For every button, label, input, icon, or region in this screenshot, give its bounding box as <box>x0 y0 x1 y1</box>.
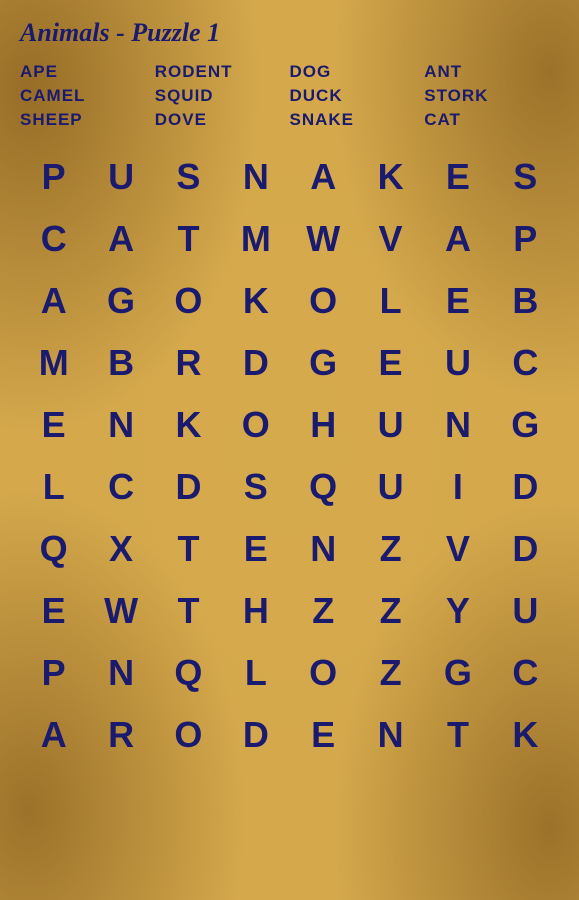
grid-cell[interactable]: T <box>155 580 222 642</box>
word-item: RODENT <box>155 62 290 82</box>
grid-cell[interactable]: L <box>20 456 87 518</box>
grid-cell[interactable]: U <box>357 456 424 518</box>
word-item: DOG <box>290 62 425 82</box>
grid-cell[interactable]: E <box>290 704 357 766</box>
word-item: SNAKE <box>290 110 425 130</box>
grid-cell[interactable]: V <box>424 518 491 580</box>
content-area: Animals - Puzzle 1 APERODENTDOGANTCAMELS… <box>0 0 579 776</box>
grid-cell[interactable]: Z <box>290 580 357 642</box>
grid-cell[interactable]: I <box>424 456 491 518</box>
grid-cell[interactable]: K <box>222 270 289 332</box>
grid-cell[interactable]: E <box>424 270 491 332</box>
grid-cell[interactable]: D <box>155 456 222 518</box>
grid-cell[interactable]: S <box>222 456 289 518</box>
word-item: CAMEL <box>20 86 155 106</box>
grid-cell[interactable]: U <box>492 580 559 642</box>
grid-cell[interactable]: T <box>155 208 222 270</box>
grid-cell[interactable]: E <box>20 580 87 642</box>
grid-cell[interactable]: P <box>20 146 87 208</box>
grid-cell[interactable]: O <box>155 270 222 332</box>
grid-cell[interactable]: R <box>87 704 154 766</box>
grid-cell[interactable]: A <box>20 704 87 766</box>
grid-cell[interactable]: S <box>155 146 222 208</box>
grid-cell[interactable]: R <box>155 332 222 394</box>
grid-cell[interactable]: L <box>357 270 424 332</box>
grid-cell[interactable]: X <box>87 518 154 580</box>
grid-cell[interactable]: T <box>424 704 491 766</box>
grid-cell[interactable]: U <box>87 146 154 208</box>
grid-cell[interactable]: W <box>87 580 154 642</box>
grid-cell[interactable]: Z <box>357 518 424 580</box>
grid-cell[interactable]: G <box>290 332 357 394</box>
word-item: STORK <box>424 86 559 106</box>
word-list: APERODENTDOGANT CAMELSQUIDDUCKSTORK SHEEPD… <box>20 62 559 130</box>
word-item: APE <box>20 62 155 82</box>
grid-cell[interactable]: K <box>357 146 424 208</box>
grid-cell[interactable]: N <box>222 146 289 208</box>
grid-cell[interactable]: N <box>424 394 491 456</box>
grid-cell[interactable]: O <box>290 270 357 332</box>
grid-cell[interactable]: C <box>492 642 559 704</box>
grid-cell[interactable]: Q <box>290 456 357 518</box>
grid-cell[interactable]: Q <box>155 642 222 704</box>
word-item: SHEEP <box>20 110 155 130</box>
grid-cell[interactable]: E <box>222 518 289 580</box>
grid-cell[interactable]: B <box>492 270 559 332</box>
grid-cell[interactable]: P <box>20 642 87 704</box>
grid-cell[interactable]: O <box>155 704 222 766</box>
grid-cell[interactable]: A <box>290 146 357 208</box>
word-item: DOVE <box>155 110 290 130</box>
grid-cell[interactable]: B <box>87 332 154 394</box>
grid-cell[interactable]: N <box>87 642 154 704</box>
grid-cell[interactable]: A <box>424 208 491 270</box>
grid-cell[interactable]: N <box>290 518 357 580</box>
grid-cell[interactable]: V <box>357 208 424 270</box>
grid-cell[interactable]: W <box>290 208 357 270</box>
grid-cell[interactable]: Q <box>20 518 87 580</box>
grid-cell[interactable]: Z <box>357 642 424 704</box>
grid-cell[interactable]: Y <box>424 580 491 642</box>
grid-cell[interactable]: D <box>492 456 559 518</box>
grid-cell[interactable]: H <box>222 580 289 642</box>
grid-cell[interactable]: U <box>424 332 491 394</box>
word-item: CAT <box>424 110 559 130</box>
grid-cell[interactable]: C <box>492 332 559 394</box>
grid-cell[interactable]: M <box>20 332 87 394</box>
letter-grid: PUSNAKESCATMWVAPAGOKOLEBMBRDGEUCENKOHUNG… <box>20 146 559 766</box>
word-item: ANT <box>424 62 559 82</box>
grid-cell[interactable]: P <box>492 208 559 270</box>
grid-cell[interactable]: H <box>290 394 357 456</box>
grid-cell[interactable]: N <box>87 394 154 456</box>
grid-cell[interactable]: K <box>155 394 222 456</box>
grid-cell[interactable]: Z <box>357 580 424 642</box>
grid-cell[interactable]: G <box>424 642 491 704</box>
page-title: Animals - Puzzle 1 <box>20 18 559 48</box>
grid-cell[interactable]: C <box>87 456 154 518</box>
grid-cell[interactable]: K <box>492 704 559 766</box>
grid-cell[interactable]: D <box>222 704 289 766</box>
grid-cell[interactable]: D <box>492 518 559 580</box>
grid-cell[interactable]: N <box>357 704 424 766</box>
grid-cell[interactable]: T <box>155 518 222 580</box>
grid-cell[interactable]: O <box>290 642 357 704</box>
grid-cell[interactable]: A <box>20 270 87 332</box>
grid-cell[interactable]: G <box>87 270 154 332</box>
word-item: DUCK <box>290 86 425 106</box>
grid-cell[interactable]: E <box>357 332 424 394</box>
grid-cell[interactable]: O <box>222 394 289 456</box>
grid-cell[interactable]: D <box>222 332 289 394</box>
grid-cell[interactable]: M <box>222 208 289 270</box>
grid-cell[interactable]: A <box>87 208 154 270</box>
page-container: Animals - Puzzle 1 APERODENTDOGANTCAMELS… <box>0 0 579 900</box>
grid-cell[interactable]: E <box>20 394 87 456</box>
grid-cell[interactable]: E <box>424 146 491 208</box>
grid-cell[interactable]: L <box>222 642 289 704</box>
grid-cell[interactable]: U <box>357 394 424 456</box>
grid-cell[interactable]: G <box>492 394 559 456</box>
grid-cell[interactable]: C <box>20 208 87 270</box>
grid-cell[interactable]: S <box>492 146 559 208</box>
word-item: SQUID <box>155 86 290 106</box>
